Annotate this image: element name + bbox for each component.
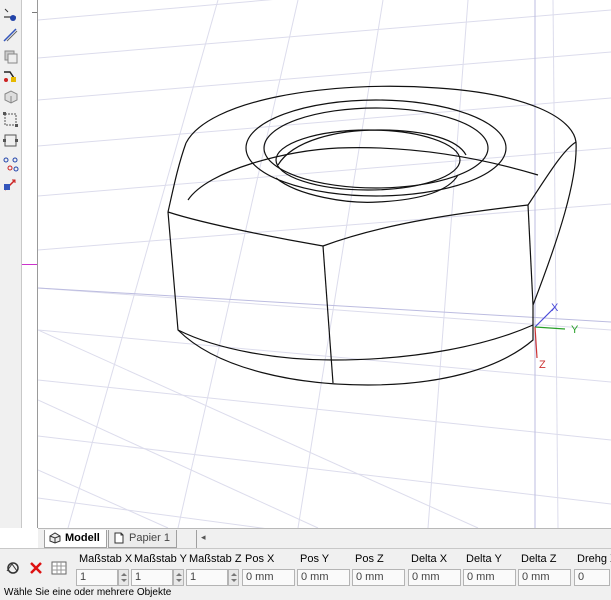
frame-icon[interactable] bbox=[2, 132, 19, 149]
field-label: Delta X bbox=[411, 553, 448, 565]
status-bar: Wähle Sie eine oder mehrere Objekte bbox=[0, 586, 611, 600]
field-label: Maßstab Y bbox=[134, 553, 187, 565]
page-icon bbox=[114, 532, 124, 544]
tab-label: Papier 1 bbox=[129, 532, 170, 544]
field-label: Pos Y bbox=[300, 553, 330, 565]
delta-y-input[interactable]: 0 mm bbox=[463, 569, 516, 586]
transform-icon[interactable] bbox=[2, 176, 19, 193]
paint-icon[interactable] bbox=[2, 68, 19, 85]
massstab-y-input[interactable]: 1 bbox=[131, 569, 173, 586]
tab-modell[interactable]: Modell bbox=[44, 530, 107, 548]
3d-viewport[interactable]: X Y Z bbox=[38, 0, 611, 528]
x-axis-label: X bbox=[551, 302, 559, 314]
field-label: Delta Y bbox=[466, 553, 502, 565]
y-axis-line bbox=[534, 326, 566, 330]
field-label: Pos X bbox=[245, 553, 275, 565]
model-icon bbox=[49, 532, 61, 544]
field-label: Maßstab Z bbox=[189, 553, 242, 565]
snap-points-icon[interactable] bbox=[2, 156, 19, 173]
massstab-z-spinner[interactable] bbox=[228, 569, 239, 586]
draw-line-icon[interactable] bbox=[2, 6, 19, 23]
tool-icon[interactable] bbox=[4, 559, 22, 577]
pos-z-input[interactable]: 0 mm bbox=[352, 569, 405, 586]
property-bar: Maßstab X 1 Maßstab Y 1 Maßstab Z 1 Pos … bbox=[0, 548, 611, 586]
sheet-tabbar: Modell Papier 1 ◂ bbox=[38, 528, 611, 548]
massstab-z-input[interactable]: 1 bbox=[186, 569, 228, 586]
delta-x-input[interactable]: 0 mm bbox=[408, 569, 461, 586]
grid-icon[interactable] bbox=[50, 559, 68, 577]
nut-outline bbox=[167, 85, 577, 386]
z-axis-label: Z bbox=[539, 359, 546, 371]
massstab-y-spinner[interactable] bbox=[173, 569, 184, 586]
tab-label: Modell bbox=[65, 532, 100, 544]
scale-icon[interactable] bbox=[2, 111, 19, 128]
dimension-icon[interactable] bbox=[2, 27, 19, 44]
tab-papier-1[interactable]: Papier 1 bbox=[108, 530, 177, 548]
cursor-marker bbox=[22, 264, 37, 265]
tab-divider bbox=[196, 530, 197, 548]
y-axis-label: Y bbox=[571, 324, 579, 336]
field-label: Pos Z bbox=[355, 553, 384, 565]
axis-triad: X Y Z bbox=[534, 302, 579, 371]
solid-icon[interactable] bbox=[2, 88, 19, 105]
massstab-x-input[interactable]: 1 bbox=[76, 569, 118, 586]
delta-z-input[interactable]: 0 mm bbox=[518, 569, 571, 586]
pos-y-input[interactable]: 0 mm bbox=[297, 569, 350, 586]
delete-icon[interactable] bbox=[27, 559, 45, 577]
pos-x-input[interactable]: 0 mm bbox=[242, 569, 295, 586]
layer-icon[interactable] bbox=[2, 48, 19, 65]
drehg-x-input[interactable]: 0 bbox=[574, 569, 610, 586]
scroll-left-icon[interactable]: ◂ bbox=[201, 532, 206, 543]
hex-nut-model[interactable]: X Y Z bbox=[38, 0, 611, 528]
left-toolbar bbox=[0, 0, 22, 528]
massstab-x-spinner[interactable] bbox=[118, 569, 129, 586]
field-label: Drehg X bbox=[577, 553, 611, 565]
field-label: Delta Z bbox=[521, 553, 557, 565]
field-label: Maßstab X bbox=[79, 553, 133, 565]
status-text: Wähle Sie eine oder mehrere Objekte bbox=[4, 587, 172, 598]
